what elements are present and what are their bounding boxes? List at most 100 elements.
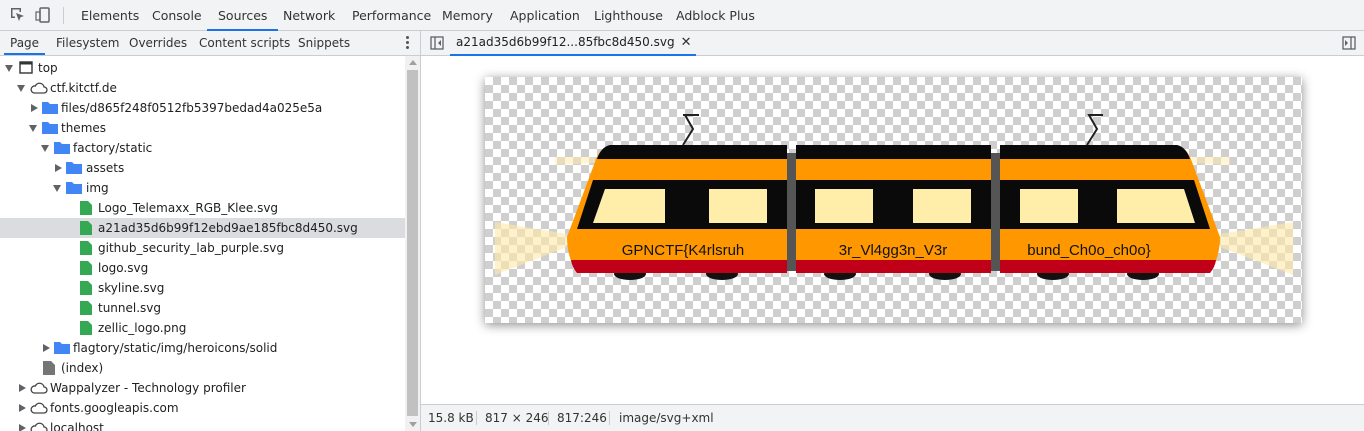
image-file-icon (80, 281, 92, 295)
expand-arrow-icon[interactable] (17, 85, 25, 92)
cloud-icon (30, 402, 48, 414)
scroll-up-arrow-icon[interactable] (409, 60, 417, 65)
scrollbar-thumb[interactable] (407, 70, 418, 416)
tree-item-domain[interactable]: ctf.kitctf.de (0, 78, 405, 98)
pantograph-left (682, 114, 699, 146)
tree-label: localhost (50, 421, 104, 431)
toggle-navigator-icon[interactable] (430, 36, 444, 50)
editor-tab-label: a21ad35d6b99f12...85fbc8d450.svg (456, 35, 675, 49)
tree-item-document[interactable]: (index) (0, 358, 405, 378)
tab-application[interactable]: Application (510, 0, 580, 31)
tree-item-file[interactable]: Logo_Telemaxx_RGB_Klee.svg (0, 198, 405, 218)
tree-label: ctf.kitctf.de (50, 81, 117, 95)
status-separator (548, 411, 549, 425)
tree-item-extension[interactable]: Wappalyzer - Technology profiler (0, 378, 405, 398)
expand-arrow-icon[interactable] (29, 125, 37, 132)
expand-arrow-icon[interactable] (53, 185, 61, 192)
toggle-debugger-icon[interactable] (1342, 36, 1356, 50)
tree-item-domain[interactable]: fonts.googleapis.com (0, 398, 405, 418)
close-tab-icon[interactable]: ✕ (681, 35, 692, 50)
expand-arrow-icon[interactable] (5, 65, 13, 72)
device-toolbar-icon[interactable] (35, 7, 51, 23)
tab-memory[interactable]: Memory (442, 0, 493, 31)
editor-tab-svg-file[interactable]: a21ad35d6b99f12...85fbc8d450.svg ✕ (450, 31, 696, 56)
tree-label: top (38, 61, 58, 75)
folder-icon (66, 162, 82, 174)
cloud-icon (30, 382, 48, 394)
tree-label: skyline.svg (98, 281, 165, 295)
tree-item-file[interactable]: tunnel.svg (0, 298, 405, 318)
more-options-icon[interactable] (406, 35, 410, 51)
tree-item-folder[interactable]: img (0, 178, 405, 198)
folder-icon (42, 122, 58, 134)
tram-roof-middle (796, 145, 991, 159)
toolbar-separator (63, 7, 64, 24)
folder-icon (66, 182, 82, 194)
document-icon (43, 361, 55, 375)
nav-tab-filesystem[interactable]: Filesystem (56, 31, 119, 55)
light-glow-right (1192, 157, 1230, 165)
tree-item-folder[interactable]: assets (0, 158, 405, 178)
tree-item-file-selected[interactable]: a21ad35d6b99f12ebd9ae185fbc8d450.svg (0, 218, 405, 238)
tree-item-file[interactable]: github_security_lab_purple.svg (0, 238, 405, 258)
tree-item-folder[interactable]: files/d865f248f0512fb5397bedad4a025e5a (0, 98, 405, 118)
collapse-arrow-icon[interactable] (19, 384, 26, 392)
tab-lighthouse[interactable]: Lighthouse (594, 0, 663, 31)
image-status-bar: 15.8 kB 817 × 246 817:246 image/svg+xml (421, 404, 1364, 431)
segment-text-2: 3r_Vl4gg3n_V3r (839, 242, 947, 259)
image-file-icon (80, 261, 92, 275)
scroll-down-arrow-icon[interactable] (409, 422, 417, 427)
tab-network[interactable]: Network (283, 0, 335, 31)
tree-item-folder[interactable]: flagtory/static/img/heroicons/solid (0, 338, 405, 358)
tree-item-file[interactable]: zellic_logo.png (0, 318, 405, 338)
tram-illustration: GPNCTF{K4rlsruh 3r_Vl4gg3n_V3r bund_Ch0o… (495, 114, 1293, 280)
inspect-element-icon[interactable] (10, 7, 26, 23)
tab-console[interactable]: Console (152, 0, 202, 31)
tree-item-folder[interactable]: themes (0, 118, 405, 138)
tree-label: Logo_Telemaxx_RGB_Klee.svg (98, 201, 279, 215)
tab-performance[interactable]: Performance (352, 0, 431, 31)
headlight-beam-right (1220, 222, 1293, 275)
image-file-icon (80, 301, 92, 315)
tree-scrollbar[interactable] (405, 56, 420, 431)
tab-adblock-plus[interactable]: Adblock Plus (676, 0, 755, 31)
tram-joint-2 (991, 153, 1000, 271)
tree-item-top[interactable]: top (0, 58, 405, 78)
file-size: 15.8 kB (428, 411, 474, 425)
nav-tab-overrides[interactable]: Overrides (129, 31, 187, 55)
image-file-icon (80, 241, 92, 255)
image-dimensions: 817 × 246 (485, 411, 549, 425)
editor-tab-bar: a21ad35d6b99f12...85fbc8d450.svg ✕ (421, 31, 1364, 56)
status-separator (609, 411, 610, 425)
tree-item-folder[interactable]: factory/static (0, 138, 405, 158)
expand-arrow-icon[interactable] (41, 145, 49, 152)
tab-elements[interactable]: Elements (81, 0, 139, 31)
tree-item-file[interactable]: skyline.svg (0, 278, 405, 298)
tree-label: a21ad35d6b99f12ebd9ae185fbc8d450.svg (98, 221, 358, 235)
image-file-icon (80, 221, 92, 235)
tree-label: factory/static (73, 141, 153, 155)
tram-joint-1 (787, 153, 796, 271)
folder-icon (54, 142, 70, 154)
tree-label: img (86, 181, 109, 195)
collapse-arrow-icon[interactable] (19, 404, 26, 412)
nav-tab-page[interactable]: Page (4, 31, 46, 55)
tree-item-domain[interactable]: localhost (0, 418, 405, 431)
image-file-icon (80, 201, 92, 215)
collapse-arrow-icon[interactable] (43, 344, 50, 352)
tab-sources[interactable]: Sources (207, 0, 279, 31)
tree-label: fonts.googleapis.com (50, 401, 179, 415)
collapse-arrow-icon[interactable] (55, 164, 62, 172)
nav-tab-snippets[interactable]: Snippets (298, 31, 350, 55)
tram-roof-right (1000, 145, 1190, 159)
collapse-arrow-icon[interactable] (31, 104, 38, 112)
tram-roof-left (597, 145, 787, 159)
collapse-arrow-icon[interactable] (19, 424, 26, 431)
nav-tab-content-scripts[interactable]: Content scripts (199, 31, 290, 55)
folder-icon (54, 342, 70, 354)
tree-label: assets (86, 161, 125, 175)
navigator-tabs: Page Filesystem Overrides Content script… (0, 31, 420, 56)
tree-item-file[interactable]: logo.svg (0, 258, 405, 278)
red-stripe-right (1000, 260, 1216, 273)
red-stripe-middle (796, 260, 991, 273)
